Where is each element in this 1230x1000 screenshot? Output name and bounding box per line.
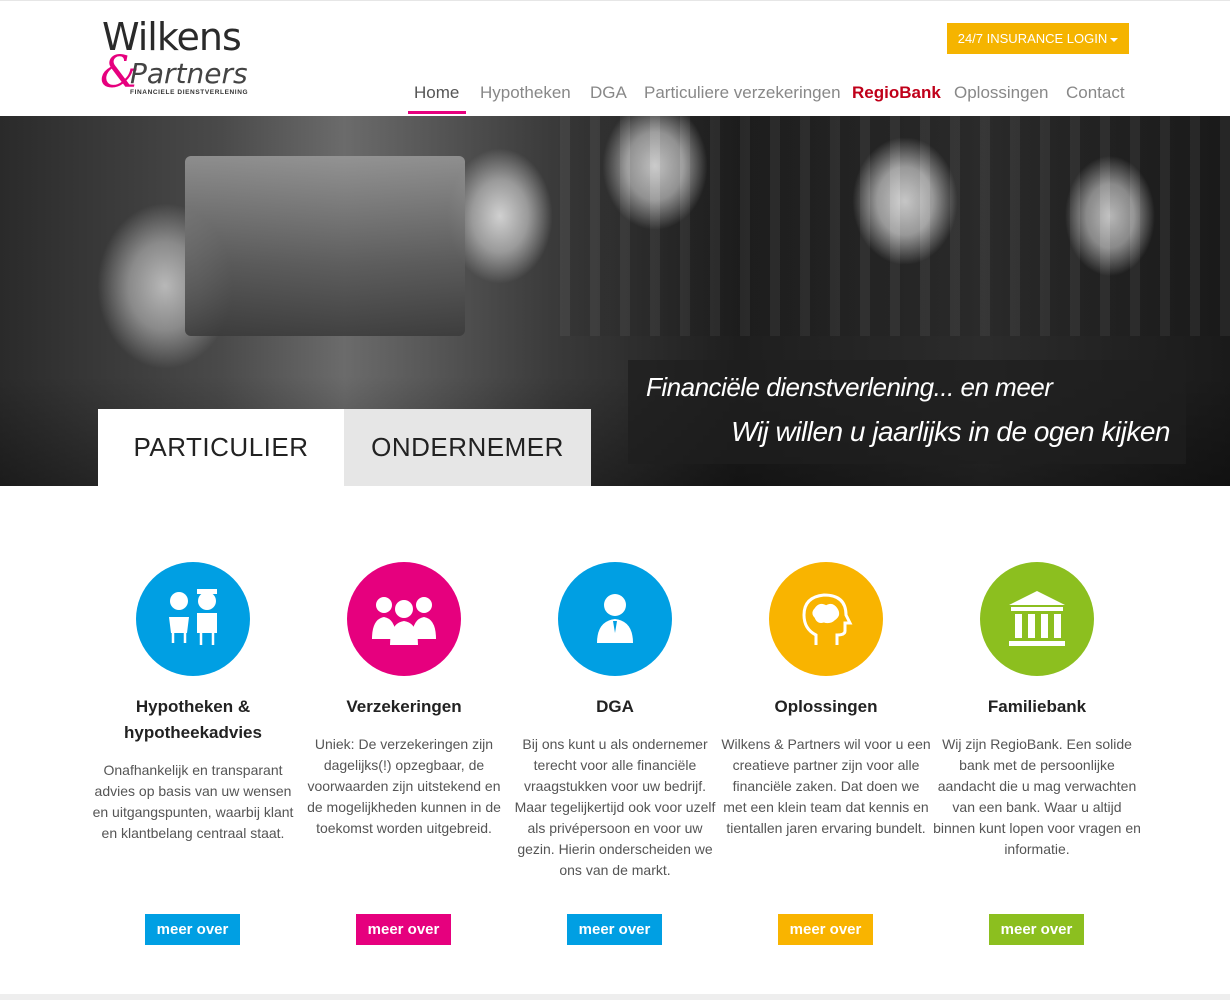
hero-tagline-line1: Financiële dienstverlening... en meer (646, 372, 1053, 402)
meer-over-button[interactable]: meer over (356, 914, 451, 945)
feature-description: Onafhankelijk en transparant advies op b… (92, 762, 294, 841)
nav-item-particuliere-verzekeringen[interactable]: Particuliere verzekeringen (644, 81, 841, 105)
nav-item-hypotheken[interactable]: Hypotheken (480, 81, 571, 105)
insurance-login-label: 24/7 INSURANCE LOGIN (957, 31, 1108, 46)
feature-title: Familiebank (987, 697, 1087, 716)
main-nav: Home Hypotheken DGA Particuliere verzeke… (0, 81, 1230, 117)
bank-icon[interactable] (980, 562, 1094, 676)
hero-tagline-box: Financiële dienstverlening... en meer Wi… (628, 360, 1186, 464)
group-icon[interactable] (347, 562, 461, 676)
hero-photo-espresso-machine (185, 156, 465, 336)
insurance-login-button[interactable]: 24/7 INSURANCE LOGIN (947, 23, 1129, 54)
feature-title: Oplossingen (774, 697, 878, 716)
meer-over-button[interactable]: meer over (778, 914, 873, 945)
footer-divider (0, 994, 1230, 1000)
nav-item-dga[interactable]: DGA (590, 81, 627, 105)
caret-down-icon (1110, 37, 1119, 42)
feature-description: Bij ons kunt u als ondernemer terecht vo… (514, 736, 716, 878)
nav-item-oplossingen[interactable]: Oplossingen (954, 81, 1049, 105)
couple-icon[interactable] (136, 562, 250, 676)
hero-banner: Financiële dienstverlening... en meer Wi… (0, 116, 1230, 486)
brain-icon[interactable] (769, 562, 883, 676)
feature-description: Uniek: De verzekeringen zijn dagelijks(!… (307, 736, 501, 836)
nav-active-indicator (408, 111, 466, 114)
site-header: Wilkens & Partners FINANCIELE DIENSTVERL… (0, 0, 1230, 116)
feature-title: Verzekeringen (346, 697, 462, 716)
meer-over-button[interactable]: meer over (145, 914, 240, 945)
hero-photo-bar-shelves (560, 116, 1230, 336)
feature-description: Wij zijn RegioBank. Een solide bank met … (933, 736, 1141, 857)
tab-ondernemer[interactable]: ONDERNEMER (344, 409, 591, 486)
meer-over-button[interactable]: meer over (567, 914, 662, 945)
meer-over-button[interactable]: meer over (989, 914, 1084, 945)
feature-description: Wilkens & Partners wil voor u een creati… (721, 736, 931, 836)
nav-item-home[interactable]: Home (414, 81, 459, 105)
nav-item-regiobank[interactable]: RegioBank (852, 81, 941, 105)
tab-particulier[interactable]: PARTICULIER (98, 409, 344, 486)
hero-tagline-line2: Wij willen u jaarlijks in de ogen kijken (731, 416, 1170, 447)
nav-item-contact[interactable]: Contact (1066, 81, 1125, 105)
feature-title: Hypotheken & hypotheekadvies (124, 697, 262, 742)
features-section: Hypotheken & hypotheekadvies Onafhankeli… (0, 486, 1230, 996)
businessman-icon[interactable] (558, 562, 672, 676)
feature-title: DGA (596, 697, 634, 716)
